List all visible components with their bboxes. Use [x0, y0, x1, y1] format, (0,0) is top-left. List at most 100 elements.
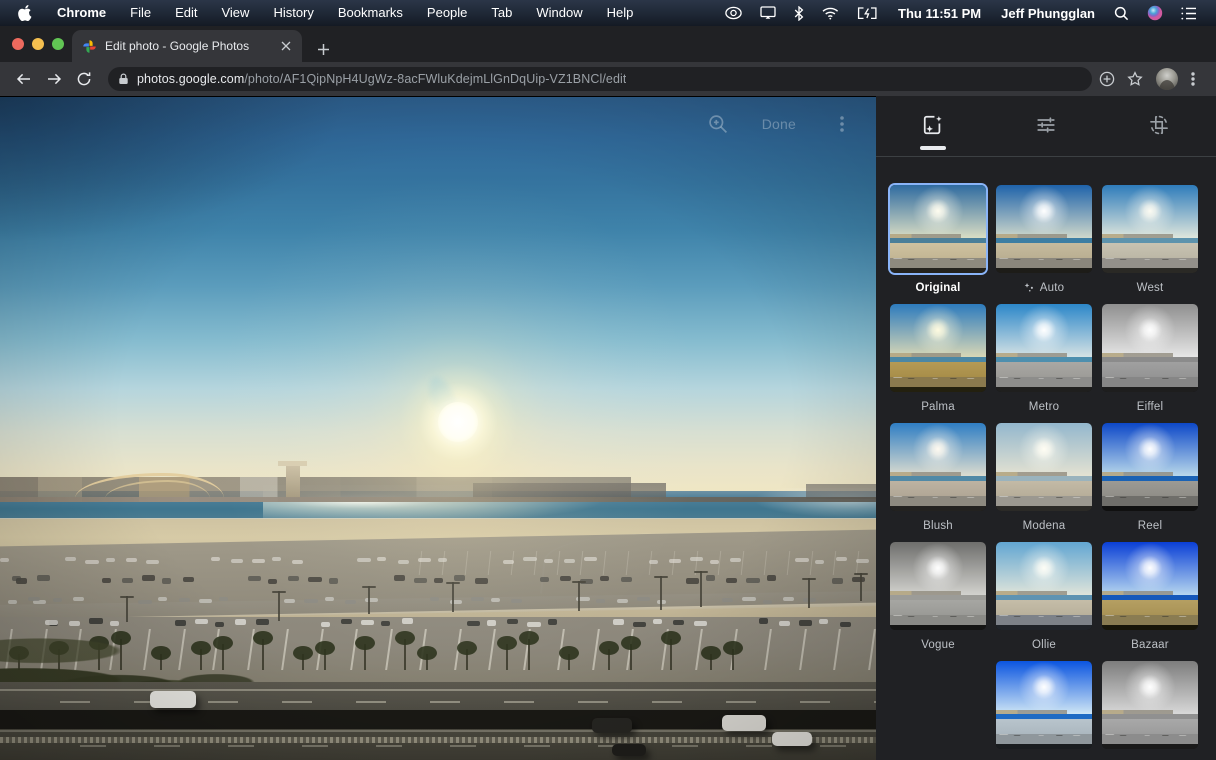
filter-option-original[interactable]: Original	[890, 185, 986, 295]
window-minimize-button[interactable]	[32, 38, 44, 50]
forward-button[interactable]	[40, 65, 68, 93]
filter-thumbnail[interactable]	[996, 185, 1092, 273]
filter-thumbnail[interactable]	[890, 423, 986, 511]
parked-car	[8, 599, 18, 604]
window-close-button[interactable]	[12, 38, 24, 50]
menu-help[interactable]: Help	[595, 0, 646, 26]
preview-sun	[909, 185, 967, 241]
menubar-clock: Thu 11:51 PM	[898, 5, 982, 21]
zoom-in-button[interactable]	[700, 106, 736, 142]
filter-option-blush[interactable]: Blush	[890, 423, 986, 533]
filter-option-ollie[interactable]: Ollie	[996, 542, 1092, 652]
reload-button[interactable]	[70, 65, 98, 93]
preview-cars	[890, 372, 986, 382]
browser-tab[interactable]: Edit photo - Google Photos	[72, 30, 302, 62]
filter-thumbnail[interactable]	[890, 542, 986, 630]
filter-name: Vogue	[921, 638, 955, 652]
apple-logo-icon[interactable]	[8, 5, 45, 21]
filter-option-more-4-1[interactable]	[1102, 661, 1198, 749]
chrome-menu-icon	[1191, 71, 1195, 87]
filter-thumbnail[interactable]	[996, 304, 1092, 392]
menu-file[interactable]: File	[118, 0, 163, 26]
photo-more-options-button[interactable]	[824, 106, 860, 142]
install-app-button[interactable]	[1094, 66, 1120, 92]
filter-preview-image	[1102, 185, 1198, 273]
tab-crop-rotate[interactable]	[1103, 96, 1216, 156]
filter-thumbnail[interactable]	[1102, 185, 1198, 273]
edited-photo[interactable]	[0, 97, 876, 760]
menu-history[interactable]: History	[261, 0, 325, 26]
chrome-menu-button[interactable]	[1180, 66, 1206, 92]
back-button[interactable]	[10, 65, 38, 93]
filter-thumbnail[interactable]	[996, 542, 1092, 630]
parked-car	[839, 621, 851, 627]
parked-car	[52, 597, 62, 602]
menu-bookmarks[interactable]: Bookmarks	[326, 0, 415, 26]
menu-edit[interactable]: Edit	[163, 0, 209, 26]
siri-icon[interactable]	[1138, 5, 1172, 21]
filter-option-metro[interactable]: Metro	[996, 304, 1092, 414]
macos-menu-bar: Chrome File Edit View History Bookmarks …	[0, 0, 1216, 26]
filter-thumbnail[interactable]	[1102, 304, 1198, 392]
filter-option-reel[interactable]: Reel	[1102, 423, 1198, 533]
preview-sun	[1121, 423, 1179, 479]
filter-name: Bazaar	[1131, 638, 1169, 652]
menu-window[interactable]: Window	[524, 0, 594, 26]
notification-center-icon[interactable]	[1172, 7, 1206, 20]
close-icon[interactable]	[278, 38, 294, 54]
parked-car	[0, 558, 9, 563]
filter-option-modena[interactable]: Modena	[996, 423, 1092, 533]
filter-label: West	[1136, 282, 1164, 294]
filter-grid[interactable]: Original Auto West Palma Metro Eiffel Blush Mod…	[876, 157, 1216, 760]
filter-label: Original	[915, 282, 961, 294]
filter-thumbnail[interactable]	[1102, 542, 1198, 630]
filter-row: Original Auto West	[890, 185, 1202, 295]
preview-sun	[909, 304, 967, 360]
menu-view[interactable]: View	[209, 0, 261, 26]
photo-overlay-controls: Done	[0, 96, 876, 152]
tab-active-underline	[919, 146, 946, 150]
magic-suggestions-icon	[922, 114, 944, 136]
filter-option-palma[interactable]: Palma	[890, 304, 986, 414]
preview-sun	[1015, 661, 1073, 717]
filter-thumbnail[interactable]	[1102, 661, 1198, 749]
filter-option-west[interactable]: West	[1102, 185, 1198, 295]
filter-option-bazaar[interactable]: Bazaar	[1102, 542, 1198, 652]
preview-road	[890, 505, 986, 511]
filter-thumbnail[interactable]	[890, 185, 986, 273]
spotlight-search-icon[interactable]	[1105, 6, 1138, 21]
tab-suggestions[interactable]	[876, 96, 989, 156]
new-tab-button[interactable]	[310, 36, 336, 62]
preview-sun	[1015, 304, 1073, 360]
filter-preview-image	[890, 185, 986, 273]
done-button[interactable]: Done	[752, 110, 806, 138]
filter-thumbnail[interactable]	[996, 661, 1092, 749]
filter-option-auto[interactable]: Auto	[996, 185, 1092, 295]
preview-road	[1102, 505, 1198, 511]
filter-thumbnail[interactable]	[996, 423, 1092, 511]
filter-name: Palma	[921, 400, 955, 414]
menubar-username[interactable]: Jeff Phungglan	[991, 6, 1105, 21]
airplay-icon[interactable]	[751, 6, 785, 20]
parked-car	[12, 575, 22, 582]
battery-charging-icon[interactable]	[848, 6, 888, 20]
menu-people[interactable]: People	[415, 0, 479, 26]
menu-chrome[interactable]: Chrome	[45, 0, 118, 26]
filter-thumbnail[interactable]	[1102, 423, 1198, 511]
creative-cloud-icon[interactable]	[716, 6, 751, 20]
bookmark-button[interactable]	[1122, 66, 1148, 92]
wifi-icon[interactable]	[813, 7, 848, 20]
tab-adjust[interactable]	[989, 96, 1102, 156]
parked-car	[73, 597, 85, 602]
menu-tab[interactable]: Tab	[479, 0, 524, 26]
street-lamp	[802, 578, 816, 609]
window-maximize-button[interactable]	[52, 38, 64, 50]
filter-thumbnail[interactable]	[890, 304, 986, 392]
filter-option-more-4-0[interactable]	[996, 661, 1092, 749]
bluetooth-icon[interactable]	[785, 5, 813, 21]
filter-option-vogue[interactable]: Vogue	[890, 542, 986, 652]
address-bar[interactable]: photos.google.com/photo/AF1QipNpH4UgWz-8…	[108, 67, 1092, 91]
filter-option-eiffel[interactable]: Eiffel	[1102, 304, 1198, 414]
preview-sun	[1015, 423, 1073, 479]
profile-avatar[interactable]	[1156, 68, 1178, 90]
